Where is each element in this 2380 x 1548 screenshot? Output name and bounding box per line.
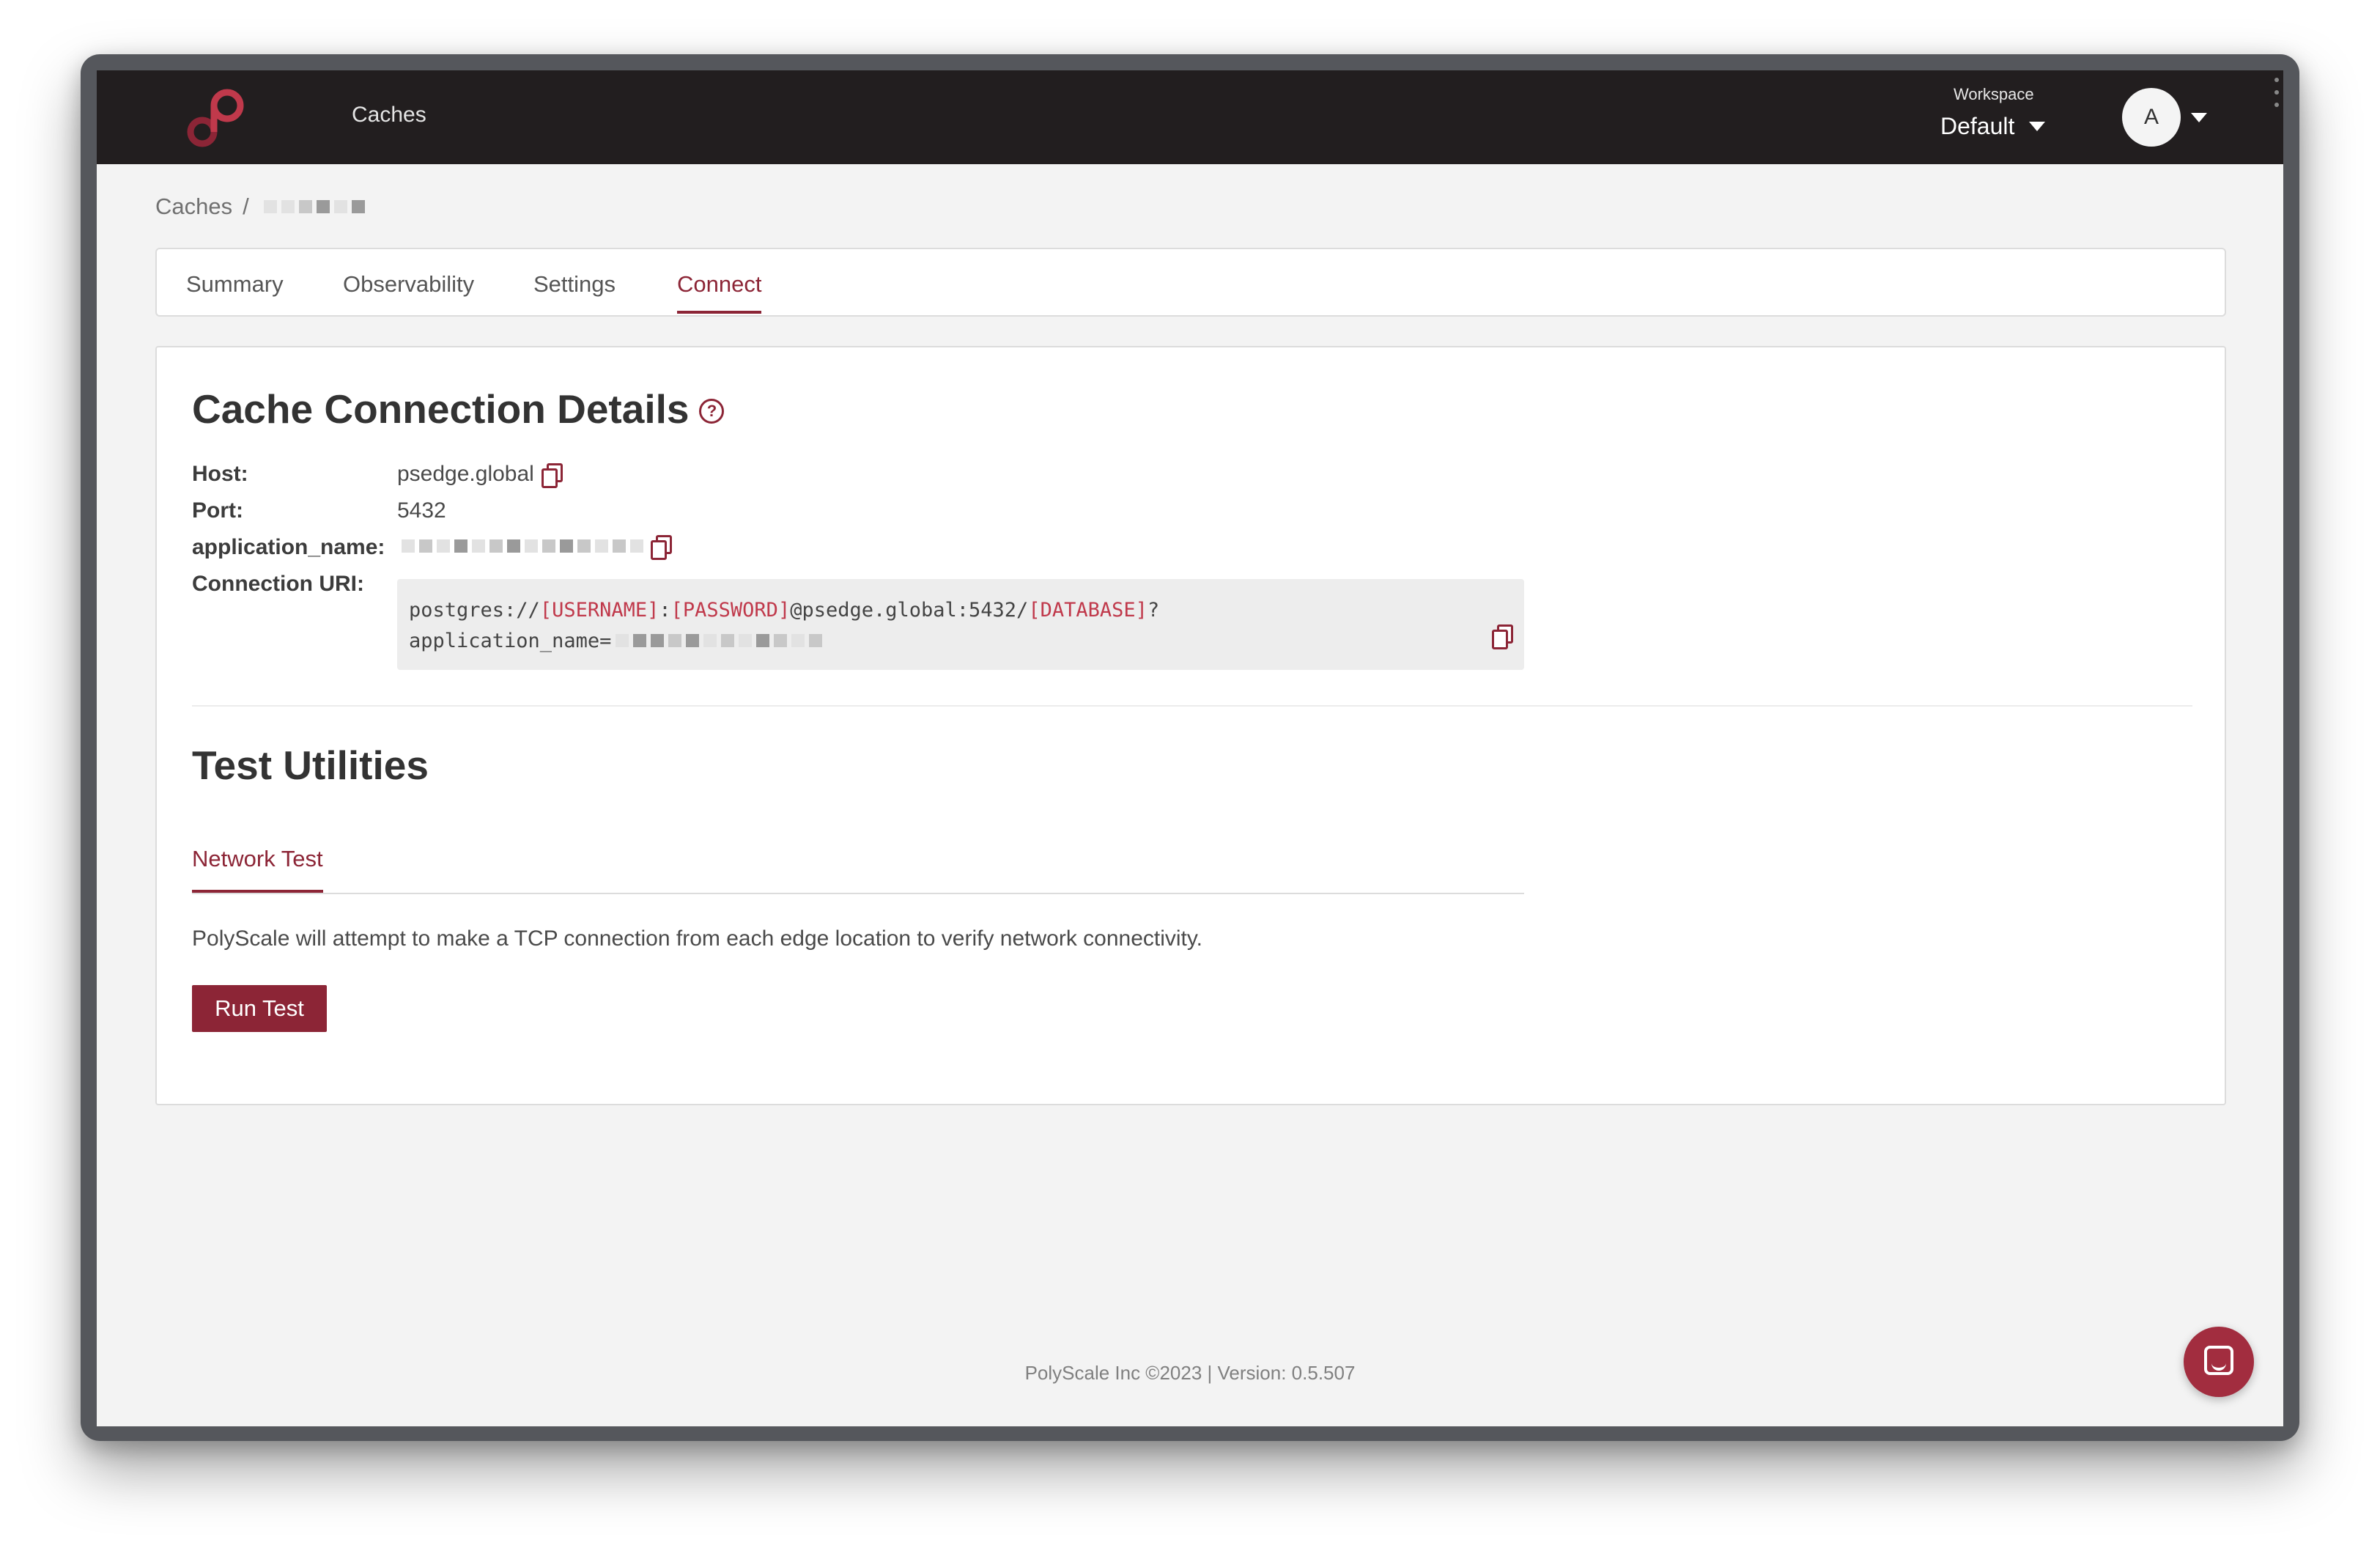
nav-link-caches[interactable]: Caches <box>352 103 426 128</box>
uri-line-1: postgres://[USERNAME]:[PASSWORD]@psedge.… <box>409 595 1512 626</box>
run-test-button[interactable]: Run Test <box>192 985 327 1032</box>
section-heading-connection: Cache Connection Details ? <box>192 386 725 432</box>
divider <box>192 705 2192 707</box>
uri-username-placeholder: [USERNAME] <box>539 599 659 622</box>
account-menu-chevron-icon[interactable] <box>2191 113 2207 122</box>
uri-question: ? <box>1147 599 1160 622</box>
tab-settings[interactable]: Settings <box>533 271 616 311</box>
redacted-application-name <box>402 539 643 553</box>
network-test-description: PolyScale will attempt to make a TCP con… <box>192 926 1203 951</box>
tab-connect[interactable]: Connect <box>677 271 762 314</box>
uri-prefix: postgres:// <box>409 599 540 622</box>
uri-line-2: application_name= <box>409 626 1512 657</box>
polyscale-logo[interactable] <box>182 84 252 154</box>
uri-password-placeholder: [PASSWORD] <box>670 599 791 622</box>
test-utilities-title: Test Utilities <box>192 742 429 788</box>
tab-bar: Summary Observability Settings Connect <box>155 248 2226 317</box>
breadcrumb-caches[interactable]: Caches <box>155 194 232 220</box>
connection-uri-label: Connection URI: <box>192 572 364 596</box>
port-label: Port: <box>192 498 243 523</box>
uri-host: @psedge.global:5432/ <box>790 599 1029 622</box>
workspace-label: Workspace <box>1954 85 2034 103</box>
uri-appname-key: application_name= <box>409 630 612 652</box>
tab-summary[interactable]: Summary <box>186 271 284 311</box>
breadcrumb-separator: / <box>243 194 249 219</box>
copy-icon[interactable] <box>1492 624 1513 649</box>
top-navbar: Caches Workspace Default A <box>97 70 2283 164</box>
subtab-underline <box>192 893 1524 894</box>
uri-database-placeholder: [DATABASE] <box>1028 599 1148 622</box>
port-value: 5432 <box>397 498 446 523</box>
redacted-uri-appname <box>616 634 823 647</box>
uri-colon: : <box>659 599 671 622</box>
appname-label: application_name: <box>192 535 385 559</box>
app-window: Caches Workspace Default A Caches / Summ… <box>97 70 2283 1426</box>
tab-observability[interactable]: Observability <box>343 271 474 311</box>
appname-value-row <box>397 535 672 560</box>
connect-card: Cache Connection Details ? Host: psedge.… <box>155 346 2226 1105</box>
copy-icon[interactable] <box>541 463 563 488</box>
host-value-row: psedge.global <box>397 462 563 488</box>
chat-icon[interactable] <box>2184 1327 2254 1397</box>
redacted-cache-name <box>263 200 365 213</box>
connection-uri-box: postgres://[USERNAME]:[PASSWORD]@psedge.… <box>397 579 1524 670</box>
avatar[interactable]: A <box>2122 88 2181 147</box>
host-value: psedge.global <box>397 462 534 486</box>
port-value-row: 5432 <box>397 498 446 523</box>
tab-network-test[interactable]: Network Test <box>192 846 323 893</box>
breadcrumb: Caches / <box>155 194 365 220</box>
chevron-down-icon <box>2029 122 2046 131</box>
help-icon[interactable]: ? <box>699 399 725 424</box>
workspace-dropdown[interactable]: Default <box>1940 113 2046 140</box>
footer-text: PolyScale Inc ©2023 | Version: 0.5.507 <box>1024 1362 1356 1384</box>
connection-title: Cache Connection Details <box>192 386 690 432</box>
host-label: Host: <box>192 462 248 486</box>
workspace-value: Default <box>1940 113 2015 139</box>
copy-icon[interactable] <box>651 535 672 560</box>
window-menu-dots-icon <box>2274 78 2280 107</box>
